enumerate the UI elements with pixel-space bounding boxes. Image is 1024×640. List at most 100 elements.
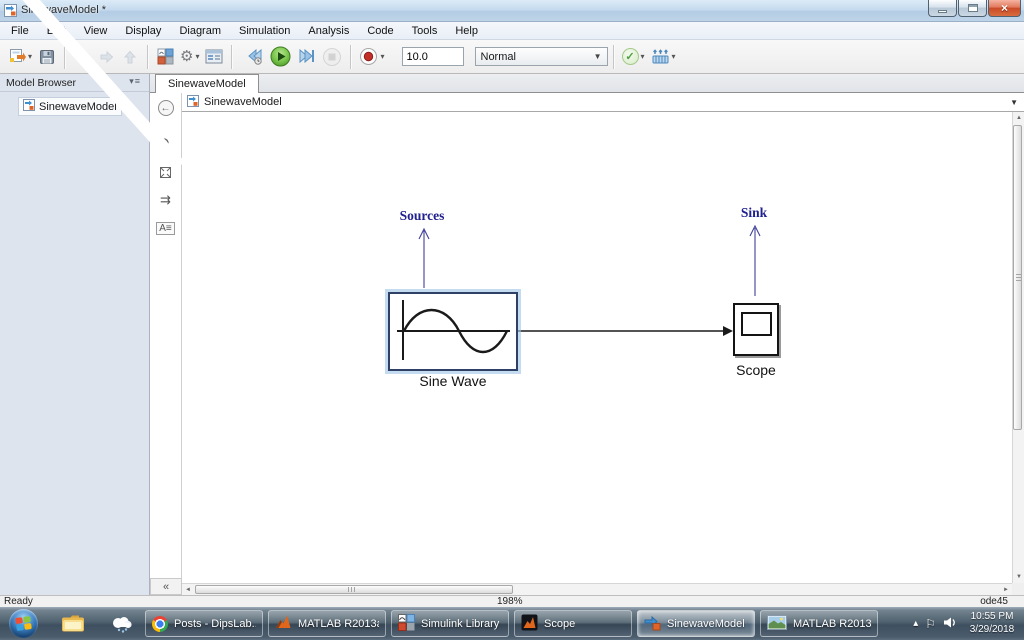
update-diagram-dropdown-icon[interactable]: ▾ bbox=[641, 52, 645, 61]
toolbar-separator bbox=[147, 45, 148, 69]
fit-to-view-button[interactable] bbox=[155, 161, 177, 183]
taskbar-buttons: Posts - DipsLab.... MATLAB R2013a Simuli… bbox=[145, 610, 878, 637]
sim-mode-select[interactable]: Normal ▼ bbox=[475, 47, 608, 66]
clock-date: 3/29/2018 bbox=[964, 624, 1020, 637]
taskbar-button-sinewavemodel[interactable]: SinewaveModel * bbox=[637, 610, 755, 637]
signal-routing-button[interactable]: ⇉ bbox=[155, 189, 177, 211]
save-button[interactable] bbox=[36, 45, 58, 69]
annotation-button[interactable]: A≡ bbox=[155, 217, 177, 239]
menu-help[interactable]: Help bbox=[446, 23, 487, 39]
step-forward-button[interactable] bbox=[295, 45, 318, 69]
collapse-browser-button[interactable]: « bbox=[150, 578, 182, 595]
scroll-down-button[interactable]: ▼ bbox=[1013, 571, 1024, 583]
solver-name: ode45 bbox=[980, 596, 1008, 607]
stop-button[interactable] bbox=[320, 45, 344, 69]
menu-diagram[interactable]: Diagram bbox=[170, 23, 230, 39]
tree-item-sinewavemodel[interactable]: SinewaveModel bbox=[18, 97, 122, 116]
menu-simulation[interactable]: Simulation bbox=[230, 23, 299, 39]
breadcrumb-path[interactable]: SinewaveModel bbox=[204, 96, 282, 108]
maximize-button[interactable] bbox=[958, 0, 987, 17]
simulink-library-icon bbox=[398, 614, 415, 634]
build-button[interactable]: ▾ bbox=[649, 45, 678, 69]
volume-icon[interactable] bbox=[943, 616, 957, 632]
record-button[interactable]: ▾ bbox=[357, 45, 386, 69]
signal-wires bbox=[182, 112, 1012, 583]
up-button[interactable] bbox=[119, 45, 141, 69]
menu-display[interactable]: Display bbox=[116, 23, 170, 39]
save-icon bbox=[39, 49, 55, 65]
run-icon bbox=[270, 46, 291, 67]
minimize-button[interactable] bbox=[928, 0, 957, 17]
menu-bar: File Edit View Display Diagram Simulatio… bbox=[0, 22, 1024, 40]
breadcrumb-dropdown-icon[interactable]: ▼ bbox=[1010, 98, 1018, 107]
model-browser-panel: Model Browser ▾≡ SinewaveModel bbox=[0, 74, 150, 595]
taskbar-button-simulink-library[interactable]: Simulink Library ... bbox=[391, 610, 509, 637]
scope-block[interactable] bbox=[733, 303, 779, 356]
check-circle-icon: ✓ bbox=[622, 48, 639, 65]
tab-sinewavemodel[interactable]: SinewaveModel bbox=[155, 74, 259, 93]
library-browser-button[interactable] bbox=[154, 45, 176, 69]
annotation-sink[interactable]: Sink bbox=[709, 205, 799, 221]
windows-taskbar: Posts - DipsLab.... MATLAB R2013a Simuli… bbox=[0, 607, 1024, 640]
vertical-scroll-thumb[interactable] bbox=[1013, 125, 1022, 430]
back-button[interactable] bbox=[71, 45, 93, 69]
maximize-icon bbox=[968, 4, 978, 12]
new-model-dropdown-icon[interactable]: ▾ bbox=[28, 52, 32, 61]
model-explorer-button[interactable] bbox=[203, 45, 225, 69]
model-explorer-icon bbox=[205, 49, 223, 64]
menu-file[interactable]: File bbox=[2, 23, 38, 39]
taskbar-button-label: Simulink Library ... bbox=[421, 618, 502, 630]
menu-analysis[interactable]: Analysis bbox=[299, 23, 358, 39]
sim-mode-arrow-icon: ▼ bbox=[594, 52, 602, 61]
simulink-model-icon bbox=[644, 614, 661, 634]
weather-cloud-icon[interactable] bbox=[110, 615, 134, 636]
sim-mode-value: Normal bbox=[481, 51, 516, 63]
clock-time: 10:55 PM bbox=[964, 611, 1020, 624]
toolbar-separator bbox=[350, 45, 351, 69]
taskbar-button-photo-matlab[interactable]: MATLAB R2013a ... bbox=[760, 610, 878, 637]
show-hidden-icons-button[interactable]: ▴ bbox=[913, 618, 918, 629]
menu-code[interactable]: Code bbox=[358, 23, 402, 39]
toolbar-separator bbox=[231, 45, 232, 69]
desktop: SinewaveModel * × File Edit View Display… bbox=[0, 0, 1024, 640]
start-button[interactable] bbox=[9, 609, 38, 638]
horizontal-scrollbar[interactable]: ◄ ► bbox=[182, 583, 1012, 595]
up-to-parent-button[interactable]: ← bbox=[155, 97, 177, 119]
minimize-icon bbox=[938, 10, 947, 13]
model-config-dropdown-icon[interactable]: ▾ bbox=[195, 52, 199, 61]
taskbar-button-matlab[interactable]: MATLAB R2013a bbox=[268, 610, 386, 637]
model-config-button[interactable]: ⚙ ▾ bbox=[178, 45, 201, 69]
windows-logo-icon bbox=[15, 615, 32, 632]
menu-tools[interactable]: Tools bbox=[403, 23, 447, 39]
horizontal-scroll-thumb[interactable] bbox=[195, 585, 513, 594]
forward-button[interactable] bbox=[95, 45, 117, 69]
close-button[interactable]: × bbox=[988, 0, 1021, 17]
annotation-sources[interactable]: Sources bbox=[377, 208, 467, 224]
step-back-button[interactable] bbox=[243, 45, 266, 69]
taskbar-button-chrome[interactable]: Posts - DipsLab.... bbox=[145, 610, 263, 637]
action-center-flag-icon[interactable]: ⚐ bbox=[925, 617, 936, 631]
record-dropdown-icon[interactable]: ▾ bbox=[380, 52, 384, 61]
taskbar-button-label: Posts - DipsLab.... bbox=[174, 618, 256, 630]
build-dropdown-icon[interactable]: ▾ bbox=[672, 52, 676, 61]
zoom-button[interactable] bbox=[155, 133, 177, 155]
system-tray: ▴ ⚐ 10:55 PM 3/29/2018 bbox=[913, 607, 1020, 640]
new-model-button[interactable]: ▾ bbox=[7, 45, 34, 69]
taskbar-clock[interactable]: 10:55 PM 3/29/2018 bbox=[964, 611, 1020, 636]
sine-wave-block[interactable] bbox=[388, 292, 518, 371]
taskbar-button-scope[interactable]: Scope bbox=[514, 610, 632, 637]
run-button[interactable] bbox=[268, 45, 293, 69]
scroll-up-button[interactable]: ▲ bbox=[1013, 112, 1024, 124]
model-browser-title: Model Browser bbox=[6, 77, 76, 89]
panel-menu-button[interactable]: ▾≡ bbox=[129, 76, 141, 87]
matlab-icon bbox=[275, 614, 292, 633]
sim-time-input[interactable] bbox=[402, 47, 464, 66]
menu-edit[interactable]: Edit bbox=[38, 23, 75, 39]
chrome-icon bbox=[152, 616, 168, 632]
model-canvas[interactable]: Sources Sink Sine Wave Scope bbox=[182, 112, 1012, 583]
explorer-taskbar-icon[interactable] bbox=[60, 612, 86, 637]
update-diagram-button[interactable]: ✓ ▾ bbox=[620, 45, 647, 69]
matlab-scope-icon bbox=[521, 614, 538, 634]
title-bar: SinewaveModel * × bbox=[0, 0, 1024, 22]
menu-view[interactable]: View bbox=[75, 23, 117, 39]
